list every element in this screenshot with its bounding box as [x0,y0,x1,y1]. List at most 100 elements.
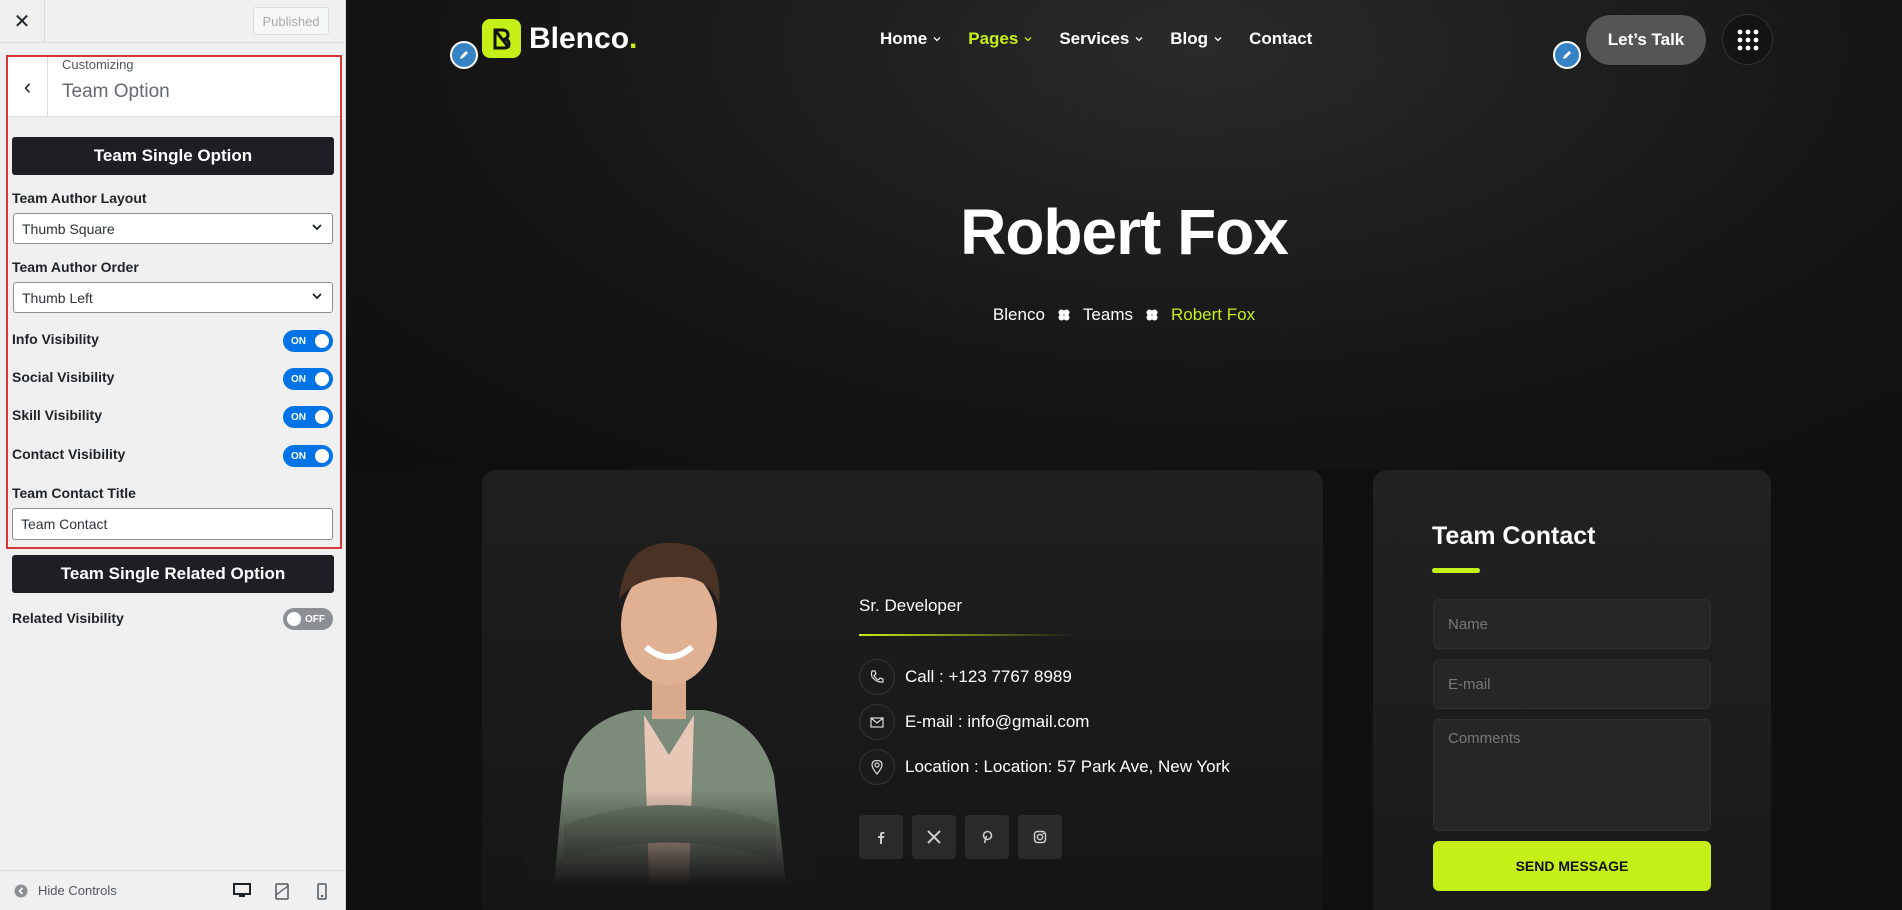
nav-label: Blog [1170,29,1209,48]
toggle-knob [287,612,301,626]
location-pin-icon [859,749,895,785]
pinterest-icon[interactable] [965,815,1009,859]
customizer-footer: Hide Controls [0,870,345,910]
toggle-knob [315,410,329,424]
comments-field[interactable]: Comments [1433,719,1711,831]
main-nav: Home Pages Services Blog Contact [880,29,1312,49]
desktop-preview-icon[interactable] [232,881,252,901]
section-header: ‹ Customizing Team Option [8,57,340,117]
facebook-icon[interactable] [859,815,903,859]
skill-visibility-toggle[interactable]: ON [283,406,333,428]
back-arrow-icon[interactable]: ‹ [8,57,48,116]
lets-talk-button[interactable]: Let’s Talk [1586,15,1706,65]
menu-grid-icon[interactable] [1722,14,1773,65]
hide-controls-label: Hide Controls [38,883,117,898]
email-field[interactable]: E-mail [1433,659,1711,709]
member-location: Location : Location: 57 Park Ave, New Yo… [859,749,1230,785]
team-member-photo [524,505,814,885]
x-icon[interactable] [912,815,956,859]
site-logo[interactable]: Blenco. [482,19,637,58]
hide-controls-button[interactable]: Hide Controls [14,883,117,898]
mobile-preview-icon[interactable] [312,881,332,901]
social-visibility-label: Social Visibility [12,369,115,385]
info-visibility-label: Info Visibility [12,331,99,347]
related-visibility-label: Related Visibility [12,610,124,626]
nav-item-pages[interactable]: Pages [968,29,1033,49]
collapse-icon [14,884,28,897]
phone-text: Call : +123 7767 8989 [905,667,1072,686]
email-text: E-mail : info@gmail.com [905,712,1090,731]
customizing-label: Customizing [62,57,134,72]
related-option-heading: Team Single Related Option [12,555,334,593]
contact-form-title: Team Contact [1432,522,1596,550]
published-button[interactable]: Published [253,7,329,35]
nav-item-home[interactable]: Home [880,29,942,49]
chevron-down-icon [1135,37,1143,42]
send-message-button[interactable]: SEND MESSAGE [1433,841,1711,891]
toggle-state: ON [291,335,306,347]
toggle-state: ON [291,411,306,423]
clover-separator-icon [1058,309,1070,321]
nav-item-contact[interactable]: Contact [1249,29,1312,49]
breadcrumb-teams[interactable]: Teams [1083,305,1133,325]
phone-icon [859,659,895,695]
section-title: Team Option [62,81,170,102]
author-layout-select[interactable]: Thumb Square [13,213,333,244]
author-layout-label: Team Author Layout [12,190,147,206]
toggle-state: ON [291,450,306,462]
nav-item-services[interactable]: Services [1059,29,1144,49]
mail-icon [859,704,895,740]
contact-title-label: Team Contact Title [12,485,136,501]
social-links [859,815,1062,859]
chevron-down-icon [1214,37,1222,42]
contact-title-underline [1432,568,1480,573]
nav-item-blog[interactable]: Blog [1170,29,1223,49]
contact-visibility-label: Contact Visibility [12,446,126,462]
logo-dot: . [629,21,638,55]
member-phone: Call : +123 7767 8989 [859,659,1072,695]
member-email: E-mail : info@gmail.com [859,704,1089,740]
site-preview: Blenco. Home Pages Services Blog Contact… [346,0,1902,910]
chevron-down-icon [1024,37,1032,42]
edit-pencil-icon[interactable] [1553,41,1581,69]
nav-label: Pages [968,29,1019,48]
skill-visibility-label: Skill Visibility [12,407,103,423]
chevron-down-icon [312,293,322,300]
author-order-label: Team Author Order [12,259,139,275]
nav-label: Home [880,29,928,48]
author-order-select[interactable]: Thumb Left [13,282,333,313]
nav-label: Contact [1249,29,1313,48]
tablet-preview-icon[interactable] [272,881,292,901]
customizer-sidebar: ✕ Published ‹ Customizing Team Option Te… [0,0,346,910]
edit-pencil-icon[interactable] [450,41,478,69]
member-role: Sr. Developer [859,596,962,615]
related-visibility-toggle[interactable]: OFF [283,608,333,630]
toggle-state: ON [291,373,306,385]
customizer-header: ✕ Published [0,0,345,43]
breadcrumb: Blenco Teams Robert Fox [346,305,1902,325]
chevron-down-icon [312,224,322,231]
logo-mark-icon [482,19,521,58]
logo-text: Blenco [529,21,630,55]
nav-label: Services [1059,29,1130,48]
instagram-icon[interactable] [1018,815,1062,859]
contact-title-input[interactable]: Team Contact [12,508,333,540]
author-order-value: Thumb Left [22,289,93,306]
close-icon[interactable]: ✕ [0,0,45,43]
page-title: Robert Fox [960,196,1289,268]
team-single-option-heading: Team Single Option [12,137,334,175]
name-field[interactable]: Name [1433,599,1711,649]
role-underline [859,634,1074,636]
toggle-knob [315,334,329,348]
toggle-state: OFF [305,613,325,625]
clover-separator-icon [1146,309,1158,321]
info-visibility-toggle[interactable]: ON [283,330,333,352]
location-text: Location : Location: 57 Park Ave, New Yo… [905,757,1230,776]
breadcrumb-current: Robert Fox [1170,305,1256,324]
social-visibility-toggle[interactable]: ON [283,368,333,390]
breadcrumb-home[interactable]: Blenco [993,305,1045,325]
toggle-knob [315,372,329,386]
contact-visibility-toggle[interactable]: ON [283,445,333,467]
author-layout-value: Thumb Square [22,220,115,237]
chevron-down-icon [933,37,941,42]
